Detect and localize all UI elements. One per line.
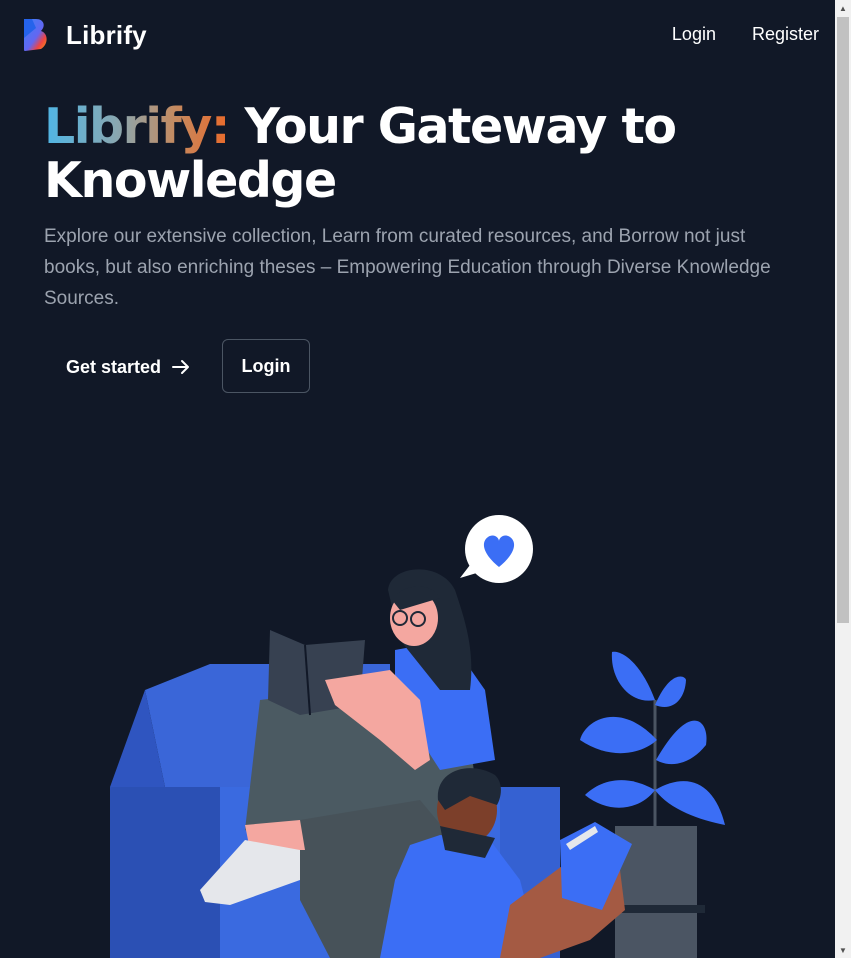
scroll-down-icon[interactable]: ▼ — [835, 942, 851, 958]
hero-title-highlight: Librify: — [44, 98, 230, 155]
get-started-label: Get started — [66, 356, 162, 377]
nav-login-link[interactable]: Login — [672, 24, 716, 45]
get-started-button[interactable]: Get started — [44, 340, 213, 394]
speech-bubble — [460, 515, 533, 583]
hero-title: Librify: Your Gateway to Knowledge — [44, 100, 764, 208]
scrollbar-thumb[interactable] — [837, 17, 849, 623]
librify-logo-icon — [24, 19, 47, 51]
landing-page: Librify Login Register Librify: Your Gat… — [0, 0, 835, 958]
login-button[interactable]: Login — [222, 339, 310, 393]
reading-illustration — [110, 515, 725, 958]
arrow-right-icon — [172, 360, 190, 374]
vertical-scrollbar[interactable]: ▲ ▼ — [835, 0, 851, 958]
nav-links: Login Register — [672, 24, 819, 45]
hero-subtitle: Explore our extensive collection, Learn … — [44, 226, 771, 309]
navbar: Librify Login Register — [0, 0, 835, 74]
scroll-up-icon[interactable]: ▲ — [835, 0, 851, 16]
brand-name: Librify — [66, 19, 147, 50]
brand[interactable]: Librify — [22, 18, 147, 52]
nav-register-link[interactable]: Register — [752, 24, 819, 45]
